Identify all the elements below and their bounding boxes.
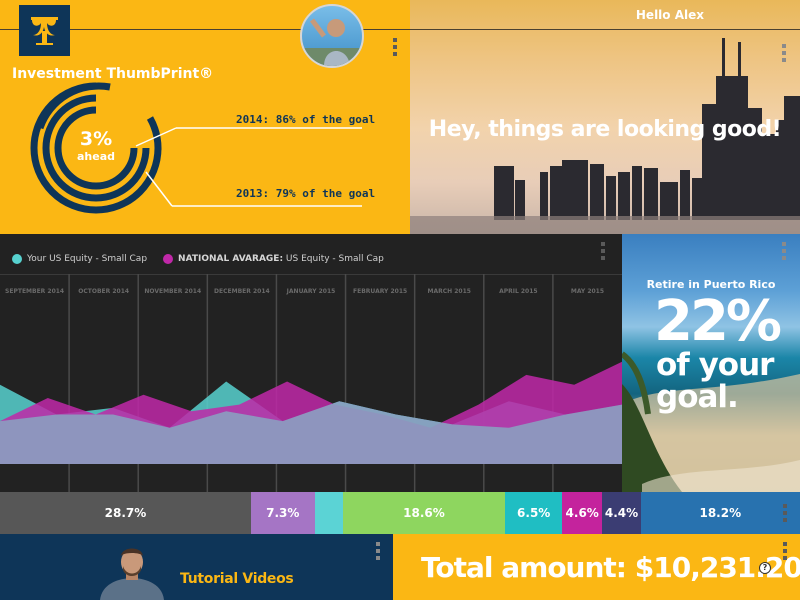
total-amount: Total amount: $10,231.20	[421, 551, 800, 584]
allocation-segment[interactable]: 6.5%	[505, 492, 563, 534]
headline: Hey, things are looking good!	[428, 117, 782, 142]
avatar[interactable]	[300, 4, 364, 68]
callout-2013	[145, 171, 173, 207]
retire-line2: goal.	[656, 379, 739, 415]
allocation-segment[interactable]	[314, 492, 343, 534]
retire-more-icon[interactable]	[782, 242, 788, 260]
allocation-bar: 28.7% 7.3% 18.6% 6.5% 4.6% 4.4% 18.2%	[0, 492, 800, 534]
allocation-segment[interactable]: 18.6%	[342, 492, 506, 534]
thumbprint-title: Investment ThumbPrint®	[12, 66, 214, 82]
thumbprint-more-icon[interactable]	[393, 38, 399, 56]
allocation-segment[interactable]: 4.6%	[562, 492, 603, 534]
allocation-segment[interactable]: 18.2%	[640, 492, 800, 534]
info-icon[interactable]: ?	[759, 562, 771, 574]
chart-panel: Your US Equity - Small Cap NATIONAL AVAR…	[0, 234, 622, 492]
allocation-segment[interactable]: 7.3%	[250, 492, 315, 534]
goal-2014-label: 2014: 86% of the goal	[236, 113, 376, 126]
header-divider	[0, 29, 800, 30]
allocation-segment[interactable]: 28.7%	[0, 492, 251, 534]
tutorial-more-icon[interactable]	[376, 542, 382, 560]
ahead-label: ahead	[76, 150, 115, 163]
allocation-more-icon[interactable]	[783, 504, 789, 522]
logo-emblem	[31, 17, 58, 45]
retire-panel: Retire in Puerto Rico 22% of your goal.	[622, 234, 800, 492]
avatar-photo	[302, 18, 362, 66]
retire-line1: of your	[656, 347, 774, 383]
allocation-segment[interactable]: 4.4%	[602, 492, 641, 534]
retire-percent: 22%	[654, 289, 782, 354]
total-panel: Total amount: $10,231.20 ?	[393, 534, 800, 600]
ring-right	[146, 116, 162, 151]
greeting: Hello Alex	[635, 8, 704, 22]
tutorial-videos-label: Tutorial Videos	[180, 571, 294, 587]
area-chart	[0, 274, 622, 492]
tutorial-panel[interactable]: Tutorial Videos	[0, 534, 393, 600]
goal-2013-label: 2013: 79% of the goal	[236, 187, 376, 200]
presenter-photo	[100, 548, 164, 600]
total-more-icon[interactable]	[783, 542, 789, 560]
ahead-percent: 3%	[79, 128, 113, 150]
logo[interactable]	[19, 5, 70, 56]
city-more-icon[interactable]	[782, 44, 788, 62]
city-panel: Hello Alex Hey, things are looking good!	[410, 0, 800, 234]
